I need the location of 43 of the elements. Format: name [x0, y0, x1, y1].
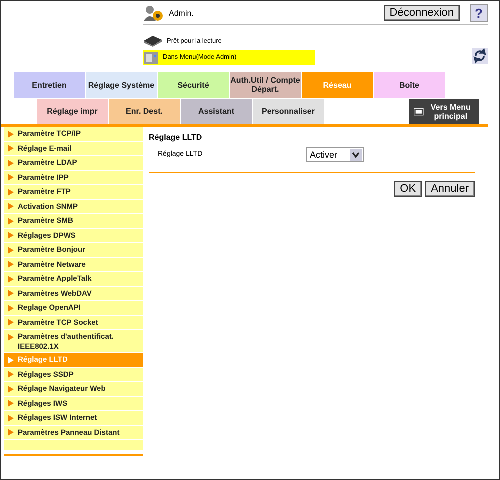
arrow-icon	[8, 400, 14, 407]
arrow-icon	[8, 145, 14, 152]
tab[interactable]: Personnaliser	[253, 99, 324, 124]
dialog-button[interactable]: Annuler	[425, 181, 475, 197]
dialog-button[interactable]: OK	[394, 181, 422, 197]
scanner-icon	[143, 35, 163, 47]
arrow-icon	[8, 203, 14, 210]
arrow-icon	[8, 232, 14, 239]
arrow-icon	[8, 261, 14, 268]
arrow-icon	[8, 304, 14, 312]
arrow-icon	[8, 290, 14, 297]
dropdown[interactable]: Activer	[306, 147, 364, 162]
refresh-icon[interactable]	[472, 48, 488, 64]
arrow-icon	[8, 160, 14, 166]
tab[interactable]: Réglage impr	[37, 99, 108, 124]
arrow-icon	[8, 356, 14, 364]
logout-button[interactable]: Déconnexion	[384, 5, 460, 21]
tab[interactable]: Boîte	[374, 72, 445, 98]
tab[interactable]: Enr. Dest.	[109, 99, 180, 124]
arrow-icon	[8, 319, 14, 326]
arrow-icon	[8, 414, 14, 422]
printer-icon	[143, 50, 159, 64]
arrow-icon	[8, 276, 14, 282]
screen-icon	[414, 106, 424, 118]
arrow-icon	[8, 188, 14, 196]
tab[interactable]: Sécurité	[158, 72, 229, 98]
arrow-icon	[8, 429, 14, 436]
tab[interactable]: Assistant	[181, 99, 252, 124]
tab[interactable]: Entretien	[14, 72, 85, 98]
section-title: Réglage LLTD	[149, 133, 204, 142]
arrow-icon	[8, 371, 14, 378]
arrow-icon	[8, 130, 14, 138]
arrow-icon	[8, 218, 14, 224]
arrow-icon	[8, 246, 14, 254]
arrow-icon	[8, 174, 14, 181]
arrow-icon	[8, 334, 14, 340]
main-menu-button[interactable]: Vers Menu principal	[409, 99, 479, 124]
admin-icon	[143, 5, 165, 21]
help-button[interactable]: ?	[470, 4, 488, 22]
tab[interactable]: Réglage Système	[86, 72, 157, 98]
tab[interactable]: Auth.Util / Compte Départ.	[230, 72, 301, 98]
user-name: Admin.	[169, 8, 194, 18]
arrow-icon	[8, 386, 14, 392]
